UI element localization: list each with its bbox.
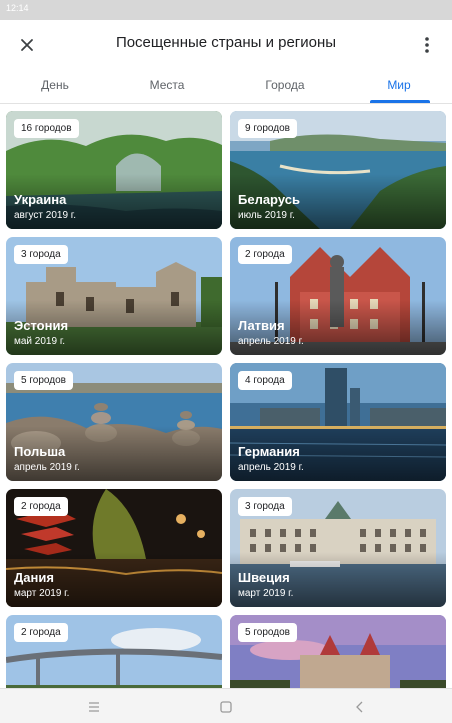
app-bar: Посещенные страны и регионы (0, 20, 452, 70)
cities-count-badge: 4 города (238, 371, 292, 390)
cities-count-badge: 16 городов (14, 119, 79, 138)
country-name: Швеция (238, 570, 290, 585)
visit-date: апрель 2019 г. (238, 462, 304, 473)
more-vert-icon[interactable] (416, 34, 438, 56)
cities-count-badge: 2 города (14, 497, 68, 516)
country-card[interactable]: 2 города Латвия апрель 2019 г. (230, 237, 446, 355)
country-card[interactable]: 5 городов Польша апрель 2019 г. (6, 363, 222, 481)
country-name: Латвия (238, 318, 285, 333)
system-nav-bar (0, 688, 452, 723)
back-icon[interactable] (350, 697, 370, 717)
active-tab-indicator (370, 100, 430, 103)
cities-count-badge: 3 города (14, 245, 68, 264)
country-name: Эстония (14, 318, 69, 333)
tab-world[interactable]: Мир (349, 78, 449, 92)
close-icon[interactable] (16, 34, 38, 56)
country-name: Дания (14, 570, 54, 585)
country-card[interactable]: 9 городов Беларусь июль 2019 г. (230, 111, 446, 229)
visit-date: август 2019 г. (14, 210, 76, 221)
country-card[interactable]: 16 городов Украина август 2019 г. (6, 111, 222, 229)
country-card[interactable]: 3 города Швеция март 2019 г. (230, 489, 446, 607)
tab-cities[interactable]: Города (235, 78, 335, 92)
tab-day[interactable]: День (5, 78, 105, 92)
visit-date: март 2019 г. (238, 588, 294, 599)
cities-count-badge: 9 городов (238, 119, 297, 138)
cities-count-badge: 5 городов (238, 623, 297, 642)
menu-icon[interactable] (84, 697, 104, 717)
country-name: Беларусь (238, 192, 300, 207)
cities-count-badge: 2 города (238, 245, 292, 264)
status-time: 12:14 (6, 3, 29, 13)
home-icon[interactable] (216, 697, 236, 717)
visit-date: апрель 2019 г. (238, 336, 304, 347)
country-card[interactable]: 2 города Дания март 2019 г. (6, 489, 222, 607)
country-card[interactable]: 4 города Германия апрель 2019 г. (230, 363, 446, 481)
country-name: Украина (14, 192, 67, 207)
visit-date: март 2019 г. (14, 588, 70, 599)
country-card[interactable]: 3 города Эстония май 2019 г. (6, 237, 222, 355)
tab-bar: День Места Города Мир (0, 70, 452, 104)
country-name: Германия (238, 444, 300, 459)
page-title: Посещенные страны и регионы (115, 34, 337, 51)
tab-places[interactable]: Места (117, 78, 217, 92)
country-card[interactable]: 5 городов (230, 615, 446, 688)
country-card[interactable]: 2 города (6, 615, 222, 688)
visit-date: май 2019 г. (14, 336, 66, 347)
countries-grid: 16 городов Украина август 2019 г. 9 горо… (0, 105, 452, 688)
cities-count-badge: 2 города (14, 623, 68, 642)
country-name: Польша (14, 444, 66, 459)
cities-count-badge: 5 городов (14, 371, 73, 390)
cities-count-badge: 3 города (238, 497, 292, 516)
status-bar: 12:14 (0, 0, 452, 20)
visit-date: апрель 2019 г. (14, 462, 80, 473)
visit-date: июль 2019 г. (238, 210, 295, 221)
